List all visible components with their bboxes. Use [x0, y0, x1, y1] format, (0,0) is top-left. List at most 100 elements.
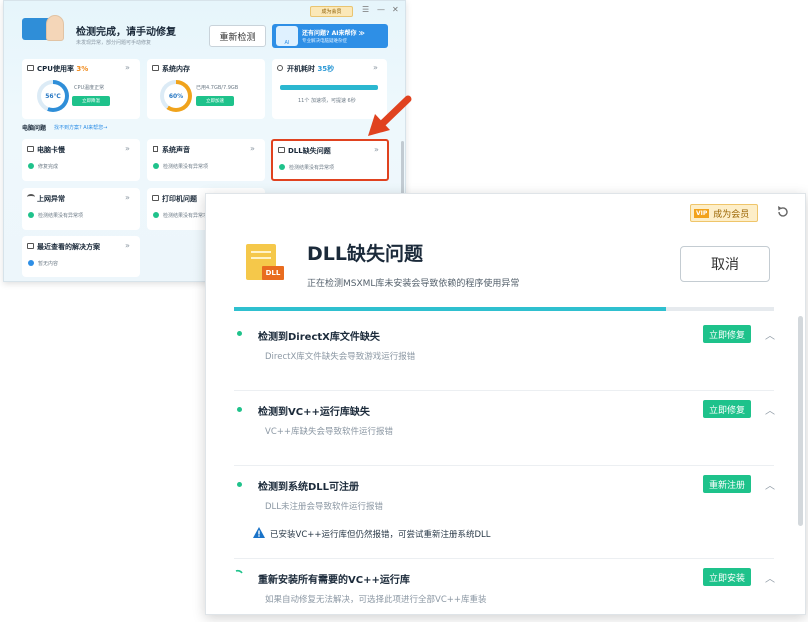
chevron-up-icon[interactable]: ︿	[765, 570, 775, 585]
cpu-usage-value: 3%	[76, 65, 89, 73]
cpu-icon	[27, 65, 34, 71]
status-dot	[237, 407, 242, 412]
doctor-avatar	[46, 15, 64, 41]
chevron-right-icon: »	[125, 144, 130, 153]
cpu-temp-status: CPU温度正常	[74, 85, 105, 91]
issue-description: VC++库缺失会导致软件运行报错	[265, 427, 393, 437]
dialog-subtitle: 正在检测MSXML库未安装会导致依赖的程序使用异常	[307, 279, 520, 289]
issue-card-status: 修复完成	[38, 164, 59, 170]
issue-card-dll[interactable]: DLL缺失问题 » 检测结果没有异常项	[271, 139, 389, 181]
status-dot	[237, 331, 242, 336]
vip-label: 成为会员	[713, 209, 750, 220]
reregister-dll-button[interactable]: 重新注册	[703, 475, 751, 493]
document-icon	[278, 147, 285, 153]
ai-help-subtitle: 专业解决电脑疑难杂症	[302, 39, 347, 44]
chevron-right-icon: »	[125, 241, 130, 250]
divider	[234, 558, 774, 559]
boot-time-value: 35秒	[317, 65, 335, 73]
scan-status-subtitle: 未发现异常，部分问题可手动修复	[76, 40, 152, 46]
divider	[234, 390, 774, 391]
check-icon	[28, 212, 34, 218]
fix-vcpp-button[interactable]: 立即修复	[703, 400, 751, 418]
chevron-right-icon: »	[374, 145, 379, 154]
issue-title: 检测到DirectX库文件缺失	[258, 332, 380, 343]
issue-card-status: 检测结果没有异常项	[289, 165, 335, 171]
memory-icon	[152, 65, 159, 71]
dll-repair-dialog: VIP 成为会员 DLL DLL缺失问题 正在检测MSXML库未安装会导致依赖的…	[205, 193, 806, 615]
install-vcpp-button[interactable]: 立即安装	[703, 568, 751, 586]
warning-text: 已安装VC++运行库但仍然报错，可尝试重新注册系统DLL	[270, 530, 491, 540]
ai-doctor-avatar: AI	[276, 26, 298, 46]
speaker-icon	[153, 146, 158, 152]
issue-description: DirectX库文件缺失会导致游戏运行报错	[265, 352, 416, 362]
recent-solutions-status: 暂无内容	[38, 261, 59, 267]
refresh-icon[interactable]	[776, 205, 790, 219]
menu-icon[interactable]: ☰	[362, 5, 369, 14]
memory-usage-value: 60%	[164, 84, 188, 108]
fix-directx-button[interactable]: 立即修复	[703, 325, 751, 343]
issue-card-title: 上网异常	[37, 195, 65, 203]
empty-icon	[28, 260, 34, 266]
vip-badge[interactable]: VIP 成为会员	[690, 204, 758, 222]
issue-title: 检测到系统DLL可注册	[258, 482, 360, 493]
scan-progress-bar	[234, 307, 774, 311]
cool-down-button[interactable]: 立即降温	[72, 96, 110, 106]
red-arrow	[368, 95, 412, 136]
memory-usage-detail: 已用4.7GB/7.9GB	[196, 85, 239, 91]
issue-card-title: DLL缺失问题	[288, 147, 331, 155]
scan-status-title: 检测完成，请手动修复	[76, 27, 176, 38]
dll-file-label: DLL	[262, 266, 284, 280]
section-label: 电脑问题	[22, 125, 47, 132]
speed-up-button[interactable]: 立即加速	[196, 96, 234, 106]
recent-solutions-card[interactable]: 最近查看的解决方案 » 暂无内容	[22, 236, 140, 277]
issue-card-status: 检测结果没有异常项	[163, 164, 209, 170]
close-icon[interactable]: ✕	[392, 5, 399, 14]
memory-card-title: 系统内存	[162, 65, 190, 73]
check-icon	[153, 212, 159, 218]
chevron-right-icon: »	[125, 193, 130, 202]
ai-help-title: 还有问题? AI来帮你 ≫	[302, 30, 365, 37]
chevron-right-icon: »	[125, 63, 130, 72]
chevron-up-icon[interactable]: ︿	[765, 402, 775, 417]
printer-icon	[152, 195, 159, 201]
chevron-up-icon[interactable]: ︿	[765, 477, 775, 492]
issue-card-title: 打印机问题	[162, 195, 197, 203]
cpu-usage-card[interactable]: CPU使用率 3% » 56℃ CPU温度正常 立即降温	[22, 59, 140, 119]
recent-solutions-title: 最近查看的解决方案	[37, 243, 100, 251]
check-icon	[279, 164, 285, 170]
ai-help-link[interactable]: 找不到方案? AI来帮您→	[54, 124, 107, 131]
redetect-button[interactable]: 重新检测	[209, 25, 266, 47]
check-icon	[28, 163, 34, 169]
warning-icon	[253, 527, 265, 538]
chevron-right-icon: »	[250, 144, 255, 153]
dll-file-icon: DLL	[246, 244, 284, 280]
chevron-right-icon: »	[373, 63, 378, 72]
memory-gauge: 60%	[160, 80, 192, 112]
monitor-icon	[27, 146, 34, 152]
issue-card-status: 检测结果没有异常项	[38, 213, 84, 219]
scan-progress-fill	[234, 307, 666, 311]
minimize-icon[interactable]: —	[377, 5, 385, 14]
boot-speedup-info: 11个 加速项，可提速 6秒	[298, 98, 356, 104]
issue-title: 重新安装所有需要的VC++运行库	[258, 575, 410, 586]
dialog-title: DLL缺失问题	[307, 243, 423, 265]
cancel-button[interactable]: 取消	[680, 246, 770, 282]
memory-card[interactable]: 系统内存 60% 已用4.7GB/7.9GB 立即加速	[147, 59, 265, 119]
ai-help-banner[interactable]: AI 还有问题? AI来帮你 ≫ 专业解决电脑疑难杂症	[272, 24, 388, 48]
main-scrollbar[interactable]	[401, 141, 404, 201]
vip-badge[interactable]: 成为会员	[310, 6, 353, 17]
issue-card-slow-pc[interactable]: 电脑卡慢 » 修复完成	[22, 139, 140, 181]
issue-card-network[interactable]: 上网异常 » 检测结果没有异常项	[22, 188, 140, 230]
issue-card-title: 电脑卡慢	[37, 146, 65, 154]
dialog-scrollbar[interactable]	[798, 316, 803, 526]
boot-time-bar	[280, 85, 378, 90]
divider	[234, 465, 774, 466]
issue-card-sound[interactable]: 系统声音 » 检测结果没有异常项	[147, 139, 265, 181]
cpu-card-title: CPU使用率 3%	[37, 65, 89, 73]
boot-time-title: 开机耗时 35秒	[287, 65, 335, 73]
issue-card-status: 检测结果没有异常项	[163, 213, 209, 219]
status-dot	[237, 482, 242, 487]
power-icon	[277, 65, 283, 71]
loading-spinner-icon	[235, 569, 243, 574]
chevron-up-icon[interactable]: ︿	[765, 327, 775, 342]
